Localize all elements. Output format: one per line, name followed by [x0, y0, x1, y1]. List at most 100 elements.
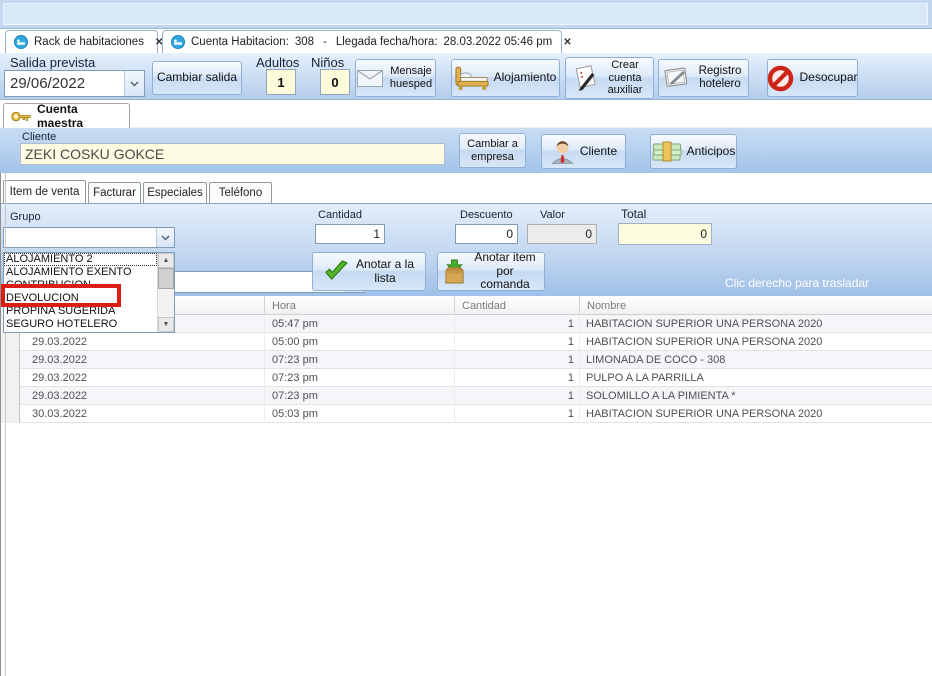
row-selector[interactable] [0, 387, 20, 405]
note-pen-icon [573, 64, 599, 92]
cell-nombre: SOLOMILLO A LA PIMIENTA * [580, 387, 932, 405]
header-cantidad[interactable]: Cantidad [455, 296, 580, 315]
salida-dropdown-button[interactable] [124, 71, 144, 96]
window-tab-cuenta-middle: Llegada fecha/hora: [336, 36, 438, 48]
desocupar-button[interactable]: Desocupar [767, 59, 858, 97]
no-entry-icon [767, 65, 794, 92]
row-selector[interactable] [0, 369, 20, 387]
cambiar-salida-label: Cambiar salida [157, 71, 237, 85]
crear-cuenta-auxiliar-label: Crear cuenta auxiliar [604, 59, 646, 97]
descuento-field[interactable]: 0 [455, 224, 518, 244]
anticipos-button[interactable]: Anticipos [650, 134, 737, 169]
scrollbar-thumb[interactable] [158, 268, 174, 289]
cell-hora: 07:23 pm [265, 387, 455, 405]
anotar-lista-label: Anotar a la lista [355, 258, 415, 286]
mensaje-huesped-button[interactable]: Mensaje huesped [355, 59, 436, 97]
tab-item-de-venta[interactable]: Item de venta [3, 180, 86, 203]
cambiar-a-empresa-button[interactable]: Cambiar a empresa [459, 133, 526, 168]
cell-hora: 05:03 pm [265, 405, 455, 423]
header-hora[interactable]: Hora [265, 296, 455, 315]
client-band: Cliente ZEKI COSKU GOKCE Cambiar a empre… [0, 127, 932, 173]
header-nombre[interactable]: Nombre [580, 296, 932, 315]
grupo-value [4, 228, 156, 247]
window-tab-bar: Rack de habitaciones ✕ Cuenta Habitacion… [0, 29, 932, 53]
room-account-icon [171, 35, 185, 49]
cliente-button[interactable]: Cliente [541, 134, 626, 169]
cell-nombre: HABITACION SUPERIOR UNA PERSONA 2020 [580, 333, 932, 351]
window-tab-cuenta[interactable]: Cuenta Habitacion: 308 - Llegada fecha/h… [162, 30, 562, 53]
dropdown-option-seguro-hotelero[interactable]: SEGURO HOTELERO [4, 318, 157, 331]
close-icon[interactable]: ✕ [563, 37, 571, 48]
salida-prevista-date-select[interactable]: 29/06/2022 [4, 70, 145, 97]
tab-cuenta-maestra-label: Cuenta maestra [37, 102, 122, 130]
row-selector[interactable] [0, 333, 20, 351]
tab-telefono[interactable]: Teléfono [209, 182, 272, 203]
cell-cantidad: 1 [455, 387, 580, 405]
cantidad-label: Cantidad [318, 209, 362, 221]
window-tab-cuenta-prefix: Cuenta Habitacion: [191, 36, 289, 48]
scroll-down-icon[interactable]: ▼ [158, 317, 174, 332]
window-tab-rack[interactable]: Rack de habitaciones ✕ [5, 30, 158, 53]
table-row[interactable]: 30.03.2022 05:03 pm 1 HABITACION SUPERIO… [0, 405, 932, 423]
top-chrome-band [0, 0, 932, 29]
dropdown-option-alojamiento-exento[interactable]: ALOJAMIENTO EXENTO [4, 266, 157, 279]
clipboard-pencil-icon [663, 66, 691, 90]
scroll-up-icon[interactable]: ▲ [158, 253, 174, 268]
tab-cuenta-maestra[interactable]: Cuenta maestra [3, 103, 130, 128]
envelope-icon [357, 70, 383, 87]
total-field: 0 [618, 223, 712, 245]
registro-hotelero-label: Registro hotelero [696, 65, 744, 91]
grupo-dropdown-button[interactable] [156, 228, 174, 247]
window-tab-rack-label: Rack de habitaciones [34, 36, 144, 48]
cell-hora: 07:23 pm [265, 369, 455, 387]
tab-especiales[interactable]: Especiales [143, 182, 207, 203]
dropdown-option-alojamiento-2[interactable]: ALOJAMIENTO 2 [4, 253, 157, 266]
table-row[interactable]: 29.03.2022 07:23 pm 1 LIMONADA DE COCO -… [0, 351, 932, 369]
cantidad-field[interactable]: 1 [315, 224, 385, 244]
registro-hotelero-button[interactable]: Registro hotelero [658, 59, 749, 97]
table-row[interactable]: 29.03.2022 07:23 pm 1 SOLOMILLO A LA PIM… [0, 387, 932, 405]
anotar-lista-button[interactable]: Anotar a la lista [312, 252, 426, 291]
row-selector[interactable] [0, 351, 20, 369]
dropdown-scrollbar[interactable]: ▲ ▼ [157, 253, 174, 332]
room-number: 308 [295, 36, 314, 48]
alojamiento-button[interactable]: Alojamiento [451, 59, 560, 97]
cambiar-a-empresa-label: Cambiar a empresa [464, 138, 522, 163]
panel-edge-line [0, 173, 1, 676]
cell-cantidad: 1 [455, 405, 580, 423]
tab-facturar[interactable]: Facturar [88, 182, 141, 203]
arrival-datetime: 28.03.2022 05:46 pm [444, 36, 553, 48]
client-name-field: ZEKI COSKU GOKCE [20, 143, 445, 165]
room-rack-icon [14, 35, 28, 49]
traslado-hint-text: Clic derecho para trasladar [725, 276, 869, 290]
adultos-field: 1 [266, 69, 296, 95]
cell-fecha: 30.03.2022 [20, 405, 265, 423]
grupo-select[interactable] [3, 227, 175, 248]
desocupar-label: Desocupar [799, 71, 857, 85]
salida-prevista-value: 29/06/2022 [5, 71, 124, 96]
cell-nombre: HABITACION SUPERIOR UNA PERSONA 2020 [580, 405, 932, 423]
cambiar-salida-button[interactable]: Cambiar salida [152, 61, 242, 95]
cell-fecha: 29.03.2022 [20, 333, 265, 351]
tab-telefono-label: Teléfono [219, 187, 262, 199]
chevron-down-icon [161, 235, 170, 241]
descuento-label: Descuento [460, 209, 513, 221]
grupo-label: Grupo [10, 211, 41, 223]
crear-cuenta-auxiliar-button[interactable]: Crear cuenta auxiliar [565, 57, 654, 99]
tab-item-de-venta-label: Item de venta [10, 186, 80, 198]
cell-fecha: 29.03.2022 [20, 351, 265, 369]
table-row[interactable]: 29.03.2022 07:23 pm 1 PULPO A LA PARRILL… [0, 369, 932, 387]
table-row[interactable]: 29.03.2022 05:00 pm 1 HABITACION SUPERIO… [0, 333, 932, 351]
cliente-button-label: Cliente [580, 145, 617, 159]
row-selector[interactable] [0, 405, 20, 423]
cell-hora: 05:47 pm [265, 315, 455, 333]
cell-fecha: 29.03.2022 [20, 387, 265, 405]
key-icon [11, 110, 31, 123]
anotar-comanda-label: Anotar item por comanda [471, 251, 539, 292]
cell-cantidad: 1 [455, 315, 580, 333]
anotar-comanda-button[interactable]: Anotar item por comanda [437, 252, 545, 291]
cell-nombre: PULPO A LA PARRILLA [580, 369, 932, 387]
ninos-field: 0 [320, 69, 350, 95]
cell-fecha: 29.03.2022 [20, 369, 265, 387]
tab-facturar-label: Facturar [93, 187, 136, 199]
